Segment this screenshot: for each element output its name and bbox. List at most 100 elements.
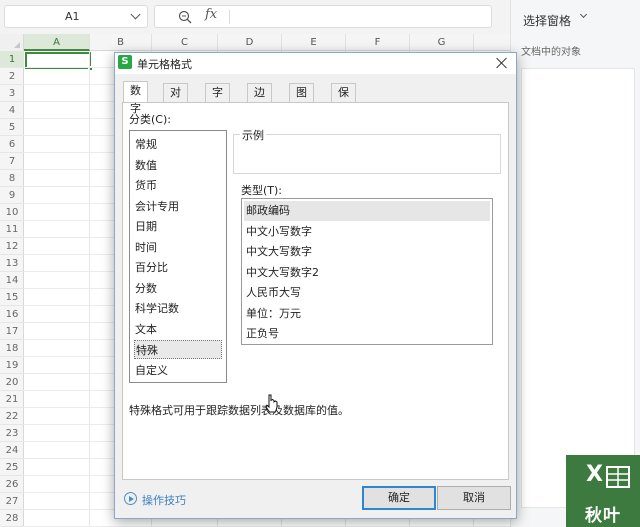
row-header-28[interactable]: 28 xyxy=(0,510,24,527)
category-item[interactable]: 货币 xyxy=(134,176,222,195)
cancel-button[interactable]: 取消 xyxy=(437,486,511,510)
column-header-d[interactable]: D xyxy=(218,34,282,51)
row-header-25[interactable]: 25 xyxy=(0,459,24,476)
column-header-f[interactable]: F xyxy=(346,34,410,51)
chevron-down-icon[interactable] xyxy=(130,9,141,20)
category-item[interactable]: 自定义 xyxy=(134,361,222,380)
cell-reference: A1 xyxy=(65,10,80,23)
format-cells-dialog: S 单元格格式 数字对齐字体边框图案保护 分类(C): 常规数值货币会计专用日期… xyxy=(114,52,517,519)
category-item[interactable]: 科学记数 xyxy=(134,299,222,318)
row-header-bar: 1 2 3 4 5 6 7 8 9 10 11 12 13 14 15 16 17 18 19 20 21 22 23 24 2… xyxy=(0,51,24,527)
mouse-cursor-icon xyxy=(265,394,278,413)
column-header-g[interactable]: G xyxy=(410,34,474,51)
zoom-icon[interactable] xyxy=(177,9,193,25)
row-header-26[interactable]: 26 xyxy=(0,476,24,493)
row-header-5[interactable]: 5 xyxy=(0,119,24,136)
watermark-x: X xyxy=(586,462,603,487)
chevron-down-icon[interactable] xyxy=(579,10,588,19)
category-item[interactable]: 日期 xyxy=(134,217,222,236)
tab-panel-number: 分类(C): 常规 数值 货币 会计专用 日期 时间 百分比 分数 科学记数 文本 特殊 自定义 示例… xyxy=(122,102,509,480)
watermark-text: 秋叶 xyxy=(585,506,621,526)
tab-font[interactable]: 字体 xyxy=(205,83,230,117)
dialog-titlebar[interactable]: S 单元格格式 xyxy=(115,53,516,74)
column-header-blank[interactable] xyxy=(474,34,510,51)
column-header-c[interactable]: C xyxy=(152,34,218,51)
close-icon[interactable] xyxy=(494,55,510,71)
select-all-corner[interactable] xyxy=(0,34,24,51)
row-header-6[interactable]: 6 xyxy=(0,136,24,153)
type-list[interactable]: 邮政编码 中文小写数字 中文大写数字 中文大写数字2 人民币大写 单位：万元 正负号 xyxy=(241,198,493,345)
category-item[interactable]: 会计专用 xyxy=(134,197,222,216)
ok-button[interactable]: 确定 xyxy=(362,486,436,510)
category-list[interactable]: 常规数值 货币会计专用 日期时间 百分比分数 科学记数文本 特殊自定义 xyxy=(129,130,227,383)
selection-pane: 选择窗格 文档中的对象 xyxy=(510,0,640,527)
type-item[interactable]: 中文大写数字2 xyxy=(244,263,490,283)
row-header-3[interactable]: 3 xyxy=(0,85,24,102)
formula-input[interactable]: fx xyxy=(154,5,492,28)
category-item[interactable]: 时间 xyxy=(134,238,222,257)
row-header-13[interactable]: 13 xyxy=(0,255,24,272)
tips-label: 操作技巧 xyxy=(142,494,186,507)
play-icon xyxy=(124,492,137,505)
type-item[interactable]: 中文小写数字 xyxy=(244,222,490,242)
row-header-20[interactable]: 20 xyxy=(0,374,24,391)
row-header-18[interactable]: 18 xyxy=(0,340,24,357)
row-header-8[interactable]: 8 xyxy=(0,170,24,187)
row-header-11[interactable]: 11 xyxy=(0,221,24,238)
type-item[interactable]: 人民币大写 xyxy=(244,283,490,303)
spreadsheet-icon xyxy=(606,466,630,488)
category-item[interactable]: 特殊 xyxy=(134,340,222,359)
sample-group: 示例 xyxy=(233,127,501,174)
select-all-icon xyxy=(14,42,20,48)
tab-pattern[interactable]: 图案 xyxy=(289,83,314,117)
sample-label: 示例 xyxy=(240,127,266,143)
column-header-bar: ABCDEFG xyxy=(0,34,510,51)
formula-bar: A1 fx xyxy=(0,0,510,34)
category-item[interactable]: 百分比 xyxy=(134,258,222,277)
row-header-16[interactable]: 16 xyxy=(0,306,24,323)
row-header-9[interactable]: 9 xyxy=(0,187,24,204)
row-header-7[interactable]: 7 xyxy=(0,153,24,170)
row-header-10[interactable]: 10 xyxy=(0,204,24,221)
type-item[interactable]: 单位：万元 xyxy=(244,304,490,324)
row-header-23[interactable]: 23 xyxy=(0,425,24,442)
row-header-21[interactable]: 21 xyxy=(0,391,24,408)
row-header-27[interactable]: 27 xyxy=(0,493,24,510)
format-description: 特殊格式可用于跟踪数据列表及数据库的值。 xyxy=(129,404,349,417)
fx-icon[interactable]: fx xyxy=(205,7,217,22)
column-header-e[interactable]: E xyxy=(282,34,346,51)
grid-column-line xyxy=(89,51,90,527)
row-header-4[interactable]: 4 xyxy=(0,102,24,119)
objects-list[interactable] xyxy=(521,68,635,508)
row-header-2[interactable]: 2 xyxy=(0,68,24,85)
tab-number[interactable]: 数字 xyxy=(123,81,148,115)
tab-protection[interactable]: 保护 xyxy=(331,83,356,117)
category-item[interactable]: 分数 xyxy=(134,279,222,298)
tab-border[interactable]: 边框 xyxy=(247,83,272,117)
row-header-19[interactable]: 19 xyxy=(0,357,24,374)
formula-separator xyxy=(229,10,230,24)
row-header-22[interactable]: 22 xyxy=(0,408,24,425)
tab-alignment[interactable]: 对齐 xyxy=(163,83,188,117)
row-header-17[interactable]: 17 xyxy=(0,323,24,340)
tips-link[interactable]: 操作技巧 xyxy=(124,491,194,507)
dialog-title: 单元格格式 xyxy=(137,58,192,71)
category-item[interactable]: 常规 xyxy=(134,135,222,154)
name-box[interactable]: A1 xyxy=(4,5,148,28)
row-header-1[interactable]: 1 xyxy=(0,51,24,68)
type-label: 类型(T): xyxy=(241,184,283,197)
selection-pane-title[interactable]: 选择窗格 xyxy=(523,12,571,29)
selection-pane-subtitle: 文档中的对象 xyxy=(521,47,581,58)
type-item[interactable]: 邮政编码 xyxy=(244,201,490,221)
column-header-a[interactable]: A xyxy=(24,34,90,51)
type-item[interactable]: 中文大写数字 xyxy=(244,242,490,262)
type-item[interactable]: 正负号 xyxy=(244,324,490,344)
row-header-12[interactable]: 12 xyxy=(0,238,24,255)
row-header-15[interactable]: 15 xyxy=(0,289,24,306)
row-header-14[interactable]: 14 xyxy=(0,272,24,289)
row-header-24[interactable]: 24 xyxy=(0,442,24,459)
category-item[interactable]: 数值 xyxy=(134,156,222,175)
app-logo-icon: S xyxy=(118,55,132,69)
column-header-b[interactable]: B xyxy=(90,34,152,51)
category-item[interactable]: 文本 xyxy=(134,320,222,339)
